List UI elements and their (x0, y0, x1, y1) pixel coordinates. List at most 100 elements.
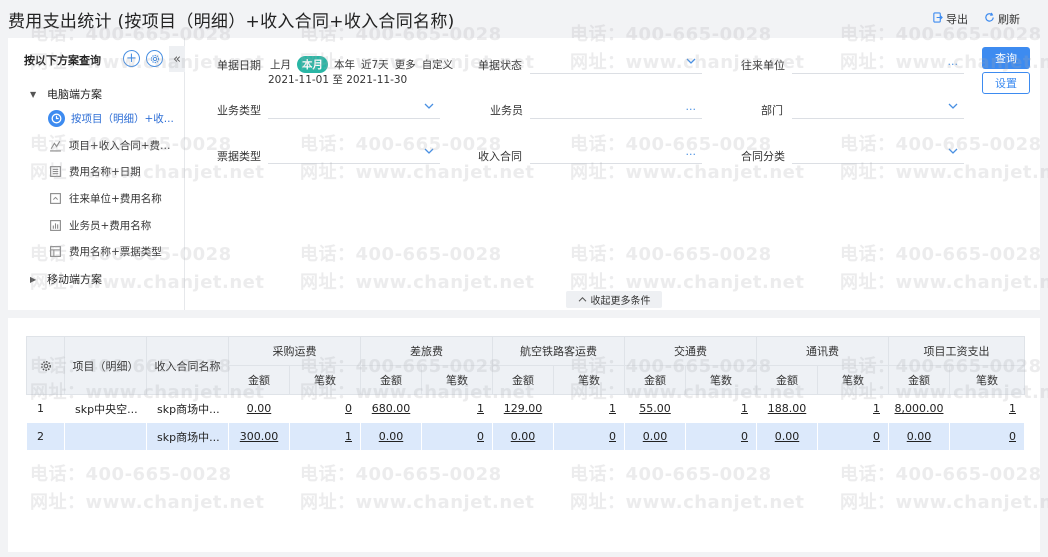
gear-icon[interactable] (146, 50, 163, 67)
amount-link[interactable]: 0.00 (643, 430, 668, 443)
chevron-down-icon (948, 103, 958, 109)
amount-link[interactable]: 55.00 (639, 402, 671, 415)
amount-link[interactable]: 0.00 (247, 402, 272, 415)
header-amount[interactable]: 金额 (756, 365, 818, 395)
header-contract-name[interactable]: 收入合同名称 (146, 336, 229, 395)
column-settings-button[interactable] (26, 336, 65, 395)
header-count[interactable]: 笔数 (289, 365, 361, 395)
amount-link[interactable]: 129.00 (504, 402, 543, 415)
bar-icon (48, 218, 63, 233)
tree-group-desktop[interactable]: ▼ 电脑端方案 (30, 86, 102, 102)
count-link[interactable]: 1 (873, 402, 880, 415)
refresh-label: 刷新 (998, 13, 1020, 26)
header-group-3: 交通费 (624, 336, 757, 366)
dept-label: 部门 (761, 104, 783, 117)
collapse-more-button[interactable]: 收起更多条件 (566, 291, 662, 308)
more-icon[interactable]: ... (686, 145, 697, 158)
header-group-5: 项目工资支出 (888, 336, 1025, 366)
count-link[interactable]: 0 (477, 430, 484, 443)
date-option-this-month[interactable]: 本月 (297, 56, 328, 73)
date-option-this-year[interactable]: 本年 (334, 57, 355, 72)
tree-group-label: 电脑端方案 (47, 88, 102, 101)
header-count[interactable]: 笔数 (553, 365, 625, 395)
amount-link[interactable]: 680.00 (372, 402, 411, 415)
contract-cat-label: 合同分类 (741, 150, 785, 163)
count-link[interactable]: 1 (609, 402, 616, 415)
tree-item-scheme-1[interactable]: 按项目（明细）+收... (48, 108, 180, 128)
more-icon[interactable]: ... (948, 55, 959, 68)
table-row[interactable]: 1 skp中央空... skp商场中... 0.00 0 680.00 1 12… (27, 395, 1025, 423)
clock-icon (48, 109, 65, 127)
date-option-more[interactable]: 更多 (395, 57, 416, 72)
dept-select[interactable] (792, 97, 964, 119)
row-index: 1 (37, 402, 44, 415)
amount-link[interactable]: 0.00 (775, 430, 800, 443)
date-option-last-month[interactable]: 上月 (270, 57, 291, 72)
header-count[interactable]: 笔数 (817, 365, 889, 395)
status-select[interactable] (530, 52, 702, 74)
chart-icon (48, 138, 63, 153)
partner-label: 往来单位 (741, 59, 785, 72)
count-link[interactable]: 0 (741, 430, 748, 443)
header-group-0: 采购运费 (228, 336, 361, 366)
more-icon[interactable]: ... (686, 100, 697, 113)
header-group-4: 通讯费 (756, 336, 889, 366)
count-link[interactable]: 1 (741, 402, 748, 415)
settings-button[interactable]: 设置 (982, 72, 1030, 94)
contract-label: 收入合同 (478, 150, 522, 163)
bill-type-select[interactable] (268, 142, 440, 164)
cell-project (64, 422, 147, 451)
tree-group-mobile[interactable]: ▶ 移动端方案 (30, 271, 102, 287)
contract-cat-select[interactable] (792, 142, 964, 164)
export-button[interactable]: 导出 (932, 11, 968, 27)
chevron-down-icon (948, 148, 958, 154)
count-link[interactable]: 0 (609, 430, 616, 443)
count-link[interactable]: 0 (1009, 430, 1016, 443)
tree-item-scheme-5[interactable]: 业务员+费用名称 (48, 215, 180, 235)
amount-link[interactable]: 0.00 (907, 430, 932, 443)
amount-link[interactable]: 0.00 (511, 430, 536, 443)
partner-field[interactable]: ... (792, 52, 964, 74)
collapse-sidebar-button[interactable]: « (169, 46, 185, 72)
tree-item-scheme-4[interactable]: 往来单位+费用名称 (48, 188, 180, 208)
plus-icon[interactable]: + (123, 50, 140, 67)
chevron-down-icon (424, 103, 434, 109)
header-amount[interactable]: 金额 (360, 365, 422, 395)
contract-field[interactable]: ... (530, 142, 702, 164)
count-link[interactable]: 1 (1009, 402, 1016, 415)
chevron-down-icon (424, 148, 434, 154)
count-link[interactable]: 0 (345, 402, 352, 415)
tree-item-scheme-2[interactable]: 项目+收入合同+费用... (48, 135, 180, 155)
table-row-selected[interactable]: 2 skp商场中... 300.00 1 0.00 0 0.00 0 0.00 … (26, 422, 1025, 451)
header-count[interactable]: 笔数 (949, 365, 1025, 395)
export-icon (932, 12, 943, 26)
query-button[interactable]: 查询 (982, 47, 1030, 69)
tree-group-label: 移动端方案 (47, 273, 102, 286)
count-link[interactable]: 0 (873, 430, 880, 443)
biz-type-select[interactable] (268, 97, 440, 119)
count-link[interactable]: 1 (477, 402, 484, 415)
date-option-last-7-days[interactable]: 近7天 (361, 57, 389, 72)
tree-item-scheme-6[interactable]: 费用名称+票据类型 (48, 241, 180, 261)
header-count[interactable]: 笔数 (421, 365, 493, 395)
amount-link[interactable]: 8,000.00 (895, 402, 944, 415)
salesman-label: 业务员 (490, 104, 523, 117)
tree-item-label: 业务员+费用名称 (69, 219, 152, 232)
tree-item-scheme-3[interactable]: 费用名称+日期 (48, 161, 180, 181)
header-count[interactable]: 笔数 (685, 365, 757, 395)
amount-link[interactable]: 0.00 (379, 430, 404, 443)
scheme-sidebar: 按以下方案查询 + « ▼ 电脑端方案 按项目（明细）+收... 项目+收入合同… (8, 38, 185, 310)
amount-link[interactable]: 188.00 (768, 402, 807, 415)
salesman-field[interactable]: ... (530, 97, 702, 119)
header-amount[interactable]: 金额 (492, 365, 554, 395)
header-amount[interactable]: 金额 (888, 365, 950, 395)
refresh-button[interactable]: 刷新 (984, 11, 1020, 27)
date-label: 单据日期 (217, 59, 261, 72)
count-link[interactable]: 1 (345, 430, 352, 443)
header-project[interactable]: 项目（明细） (64, 336, 147, 395)
header-amount[interactable]: 金额 (228, 365, 290, 395)
amount-link[interactable]: 300.00 (240, 430, 279, 443)
header-amount[interactable]: 金额 (624, 365, 686, 395)
scheme-header: 按以下方案查询 (24, 54, 101, 67)
date-option-custom[interactable]: 自定义 (422, 57, 454, 72)
